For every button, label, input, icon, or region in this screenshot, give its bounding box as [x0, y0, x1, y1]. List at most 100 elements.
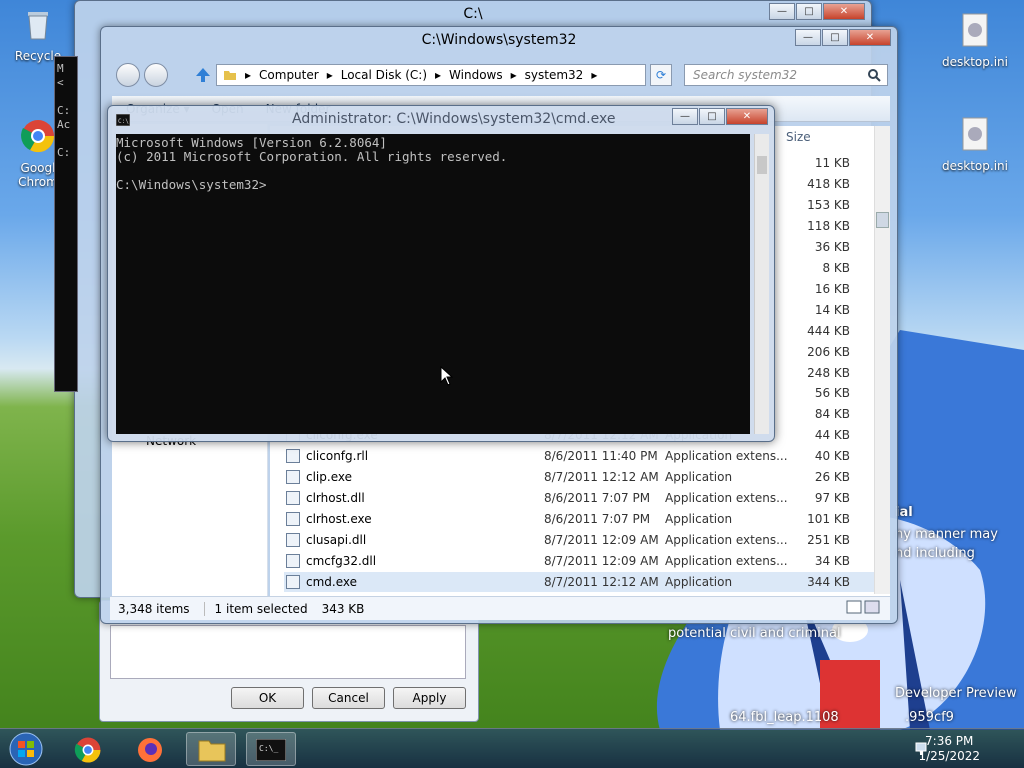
file-size: 206 KB: [807, 344, 850, 359]
file-size: 248 KB: [807, 365, 850, 380]
file-size: 14 KB: [814, 302, 850, 317]
watermark-text: ny manner may: [895, 527, 998, 542]
selection-count: 1 item selected: [203, 601, 308, 616]
file-row[interactable]: cmd.exe 8/7/2011 12:12 AM Application 344 K…: [284, 572, 874, 592]
start-orb-icon[interactable]: [7, 731, 45, 767]
mouse-cursor-icon: [440, 366, 454, 386]
clock-time: 7:36 PM: [925, 734, 974, 748]
file-type: Application: [665, 470, 733, 485]
system-clock[interactable]: 7:36 PM 1/25/2022: [918, 734, 980, 764]
close-button[interactable]: ✕: [823, 3, 865, 20]
desktop-icon-recycle-bin[interactable]: Recycle: [3, 6, 73, 63]
address-bar[interactable]: ▸ Computer ▸ Local Disk (C:) ▸ Windows ▸…: [216, 64, 646, 86]
file-size: 118 KB: [807, 218, 850, 233]
file-size: 11 KB: [814, 156, 850, 170]
file-row[interactable]: clrhost.dll 8/6/2011 7:07 PM Application e…: [284, 488, 874, 508]
maximize-button[interactable]: □: [822, 29, 848, 46]
file-size: 84 KB: [814, 407, 850, 422]
svg-text:C:\: C:\: [118, 118, 129, 125]
console-line: (c) 2011 Microsoft Corporation. All righ…: [116, 149, 508, 164]
watermark-text: nd including: [895, 546, 975, 561]
console-line: Microsoft Windows [Version 6.2.8064]: [116, 135, 387, 150]
desktop-icon-desktop-ini[interactable]: desktop.ini: [940, 116, 1010, 173]
breadcrumb-local-disk[interactable]: Local Disk (C:): [341, 68, 427, 82]
file-size: 101 KB: [807, 512, 850, 527]
file-icon: [286, 449, 300, 464]
file-size: 56 KB: [814, 386, 850, 401]
column-header-size[interactable]: Size: [786, 130, 811, 144]
ok-button[interactable]: OK: [231, 687, 304, 709]
taskbar-cmd[interactable]: C:\_: [246, 732, 296, 766]
minimize-button[interactable]: —: [672, 108, 698, 125]
breadcrumb-windows[interactable]: Windows: [449, 68, 503, 82]
taskbar-chrome[interactable]: [64, 732, 114, 766]
maximize-button[interactable]: □: [699, 108, 725, 125]
minimize-button[interactable]: —: [795, 29, 821, 46]
back-cmd-window[interactable]: M < C: Ac C:: [54, 56, 78, 392]
taskbar-explorer[interactable]: [186, 732, 236, 766]
dialog-content: [110, 625, 466, 679]
console-prompt: C:\Windows\system32>: [116, 177, 267, 192]
minimize-button[interactable]: —: [769, 3, 795, 20]
file-row[interactable]: clusapi.dll 8/7/2011 12:09 AM Application …: [284, 530, 874, 550]
close-button[interactable]: ✕: [849, 29, 891, 46]
file-date: 8/7/2011 12:09 AM: [544, 554, 659, 569]
console-output[interactable]: Microsoft Windows [Version 6.2.8064] (c) …: [116, 134, 750, 434]
maximize-button[interactable]: □: [796, 3, 822, 20]
file-date: 8/7/2011 12:12 AM: [544, 575, 659, 589]
search-icon: [868, 69, 881, 82]
back-button[interactable]: [116, 63, 140, 87]
forward-button[interactable]: [144, 63, 168, 87]
file-name: clrhost.dll: [306, 491, 365, 506]
apply-button[interactable]: Apply: [393, 687, 466, 709]
chrome-icon: [21, 120, 55, 153]
close-button[interactable]: ✕: [726, 108, 768, 125]
file-date: 8/6/2011 7:07 PM: [544, 491, 651, 506]
file-size: 44 KB: [814, 428, 850, 443]
file-size: 97 KB: [814, 491, 850, 506]
refresh-button[interactable]: ⟳: [650, 64, 672, 86]
file-row[interactable]: cmcfg32.dll 8/7/2011 12:09 AM Application …: [284, 551, 874, 571]
cmd-icon: C:\_: [255, 738, 287, 762]
breadcrumb-computer[interactable]: Computer: [259, 68, 319, 82]
settings-file-icon: [962, 117, 988, 151]
up-arrow-icon[interactable]: [194, 66, 212, 84]
scrollbar-thumb[interactable]: [876, 212, 889, 228]
console-text: M: [57, 62, 64, 75]
file-row[interactable]: clip.exe 8/7/2011 12:12 AM Application 26 K…: [284, 467, 874, 487]
file-type: Application extens...: [665, 554, 788, 569]
file-type: Application extens...: [665, 533, 788, 548]
taskbar-firefox[interactable]: [126, 732, 176, 766]
cmd-window-title: Administrator: C:\Windows\system32\cmd.e…: [292, 111, 616, 127]
file-type: Application extens...: [665, 491, 788, 506]
chrome-icon: [74, 737, 101, 763]
file-name: clrhost.exe: [306, 512, 372, 527]
file-date: 8/6/2011 11:40 PM: [544, 449, 658, 464]
file-size: 8 KB: [822, 260, 850, 275]
watermark-text: Developer Preview: [895, 686, 1017, 701]
breadcrumb-system32[interactable]: system32: [525, 68, 584, 82]
view-toggle-icon[interactable]: [846, 600, 880, 614]
window-controls: — □ ✕: [795, 29, 891, 46]
file-name: clusapi.dll: [306, 533, 367, 548]
file-list-scrollbar[interactable]: [874, 126, 890, 594]
window-controls: — □ ✕: [769, 3, 865, 20]
file-size: 153 KB: [807, 197, 850, 212]
file-size: 418 KB: [807, 176, 850, 191]
scrollbar-thumb[interactable]: [757, 156, 767, 174]
file-size: 40 KB: [814, 449, 850, 464]
explorer-icon: [198, 740, 226, 762]
watermark-text: potential civil and criminal: [668, 626, 841, 641]
folder-icon: [224, 71, 236, 80]
desktop-icon-desktop-ini[interactable]: desktop.ini: [940, 12, 1010, 69]
file-row[interactable]: clrhost.exe 8/6/2011 7:07 PM Application 10…: [284, 509, 874, 529]
cancel-button[interactable]: Cancel: [312, 687, 385, 709]
chevron-right-icon: ▸: [591, 68, 598, 82]
console-scrollbar[interactable]: [754, 134, 769, 434]
file-row[interactable]: cliconfg.rll 8/6/2011 11:40 PM Application…: [284, 446, 874, 466]
search-input[interactable]: Search system32: [684, 64, 888, 86]
window-controls: — □ ✕: [672, 108, 768, 125]
selection-size: 343 KB: [321, 601, 365, 616]
file-icon: [286, 470, 300, 485]
